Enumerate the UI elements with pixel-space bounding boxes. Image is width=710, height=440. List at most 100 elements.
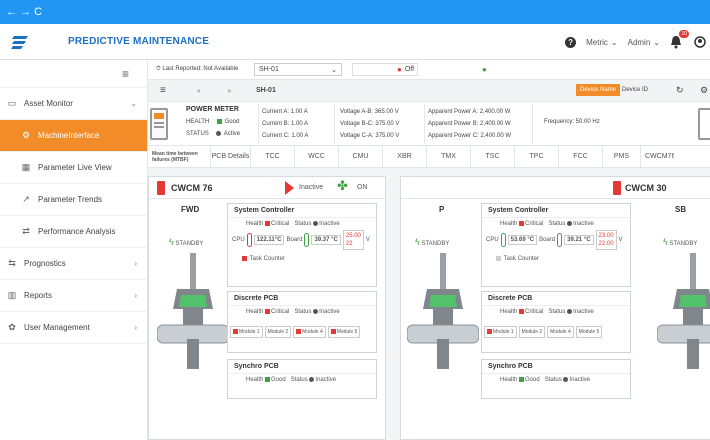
sidebar: ≡ ▭ Asset Monitor ⌄ ⚙ MachineInterface ▦…: [0, 60, 148, 440]
health-row: HEALTH Good: [186, 119, 239, 125]
main-content: ⏱ Last Reported: Not Available SH-01 ⌄ ● O…: [148, 60, 710, 440]
thermometer-icon: [557, 233, 563, 247]
standby-label: STANDBY: [421, 241, 450, 247]
critical-value: Critical: [525, 309, 544, 316]
cwcm76-header: CWCM 76 Inactive ✤ ON: [149, 177, 385, 199]
sidebar-item-label: MachineInterface: [38, 131, 100, 140]
logo[interactable]: [0, 24, 40, 60]
health-label: Health: [500, 309, 518, 316]
cwcm30-header: CWCM 30: [401, 177, 710, 199]
sidebar-item-user-management[interactable]: ✿ User Management ›: [0, 312, 147, 344]
tab-pcb-details[interactable]: PCB Details: [210, 145, 250, 168]
device-title: SH-01: [256, 87, 276, 94]
system-controller-title: System Controller: [228, 204, 376, 218]
device-name-button[interactable]: Device Name: [576, 84, 621, 96]
lightning-icon: ϟ: [663, 237, 668, 247]
help-icon[interactable]: ?: [565, 36, 577, 48]
panels-area: CWCM 76 Inactive ✤ ON FWD ϟ STANDBY Syst…: [148, 168, 710, 440]
module-label: Module 4: [302, 329, 323, 335]
sidebar-item-performance-analysis[interactable]: ⇄ Performance Analysis: [0, 216, 147, 248]
voltage-unit: V: [365, 237, 370, 243]
divider: [258, 104, 259, 144]
sidebar-item-asset-monitor[interactable]: ▭ Asset Monitor ⌄: [0, 88, 147, 120]
status-label: Status: [290, 377, 308, 384]
tab-tpc[interactable]: TPC: [514, 145, 558, 168]
red-dot-icon: ●: [397, 65, 402, 74]
task-counter-indicator: [496, 256, 501, 261]
board-value: 39.37 °C: [311, 235, 341, 245]
sidebar-item-machineinterface[interactable]: ⚙ MachineInterface: [0, 120, 147, 152]
status-label: Status: [548, 309, 566, 316]
module-label: Module 4: [550, 329, 571, 335]
tab-tcc[interactable]: TCC: [250, 145, 294, 168]
board-value: 39.21 °C: [564, 235, 594, 245]
sidebar-item-label: Asset Monitor: [24, 99, 73, 108]
status-dot: [309, 377, 315, 382]
browser-nav-icons[interactable]: ← → C: [6, 6, 42, 18]
status-value: Off: [404, 66, 415, 73]
standby-indicator: ϟ STANDBY: [169, 237, 203, 247]
modules-row: Module 1 Module 2 Module 4 Module 5: [484, 326, 603, 338]
chevron-right-icon: ›: [134, 291, 137, 300]
metric-dropdown[interactable]: Metric ⌄: [586, 38, 617, 47]
prognostics-icon: ⇆: [8, 258, 16, 268]
tab-tmx[interactable]: TMX: [426, 145, 470, 168]
tab-cwcm76[interactable]: CWCM76: [640, 145, 674, 168]
module-chip: Module 5: [327, 326, 361, 338]
synchro-pcb-title: Synchro PCB: [228, 360, 376, 374]
good-indicator: [265, 377, 271, 382]
status-indicator: ● Off: [352, 63, 418, 76]
sidebar-item-reports[interactable]: ▥ Reports ›: [0, 280, 147, 312]
logo-icon: [11, 35, 28, 49]
task-counter-row: Task Counter: [242, 256, 285, 262]
sidebar-item-parameter-live-view[interactable]: ▦ Parameter Live View: [0, 152, 147, 184]
health-label: HEALTH: [186, 119, 210, 126]
tab-xbr[interactable]: XBR: [382, 145, 426, 168]
board-label: Board: [539, 237, 556, 243]
power-meter-icon: [150, 108, 168, 140]
status-value: Inactive: [315, 377, 337, 384]
menu-icon[interactable]: ≡: [160, 85, 166, 96]
tab-tsc[interactable]: TSC: [470, 145, 514, 168]
chevron-down-icon: ⌄: [331, 66, 337, 74]
discrete-pcb-card: Discrete PCB Health Critical Status Inac…: [227, 291, 377, 353]
notification-bell-icon[interactable]: 10: [670, 30, 689, 49]
device-status-bar: ⏱ Last Reported: Not Available SH-01 ⌄ ● O…: [148, 60, 710, 80]
health-indicator: [216, 119, 222, 124]
chevron-down-icon: ⌄: [610, 37, 618, 47]
grid-icon: ▦: [21, 162, 31, 172]
tab-pms[interactable]: PMS: [602, 145, 640, 168]
admin-dropdown[interactable]: Admin ⌄: [628, 38, 660, 47]
cpu-label: CPU: [232, 237, 245, 243]
nav-next-icon[interactable]: ▸: [228, 86, 232, 95]
status-value: Inactive: [573, 221, 594, 228]
meter-line: [154, 122, 164, 124]
nav-prev-icon[interactable]: ◂: [196, 86, 200, 95]
notification-badge: 10: [679, 30, 689, 38]
standby-indicator: ϟ STANDBY: [415, 237, 449, 247]
tab-wcc[interactable]: WCC: [294, 145, 338, 168]
synchro-pcb-title: Synchro PCB: [482, 360, 630, 374]
hamburger-menu-icon[interactable]: ≡: [0, 60, 147, 88]
task-counter-row: Task Counter: [496, 256, 539, 262]
module-indicator: [296, 329, 302, 335]
refresh-icon[interactable]: ↻: [676, 85, 684, 96]
divider: [334, 104, 335, 144]
sidebar-item-parameter-trends[interactable]: ↗ Parameter Trends: [0, 184, 147, 216]
good-value: Good: [525, 377, 540, 384]
module-label: Module 2: [521, 329, 543, 335]
voltage-ab: Voltage A-B: 365.00 V: [340, 109, 399, 115]
device-id-button[interactable]: Device ID: [622, 87, 648, 93]
user-avatar-icon[interactable]: [694, 36, 706, 48]
device-select[interactable]: SH-01 ⌄: [254, 63, 342, 76]
discrete-pcb-card: Discrete PCB Health Critical Status Inac…: [481, 291, 631, 353]
cwcm76-panel: CWCM 76 Inactive ✤ ON FWD ϟ STANDBY Syst…: [148, 176, 386, 440]
settings-icon[interactable]: ⚙: [700, 85, 708, 96]
health-label: Health: [500, 221, 518, 228]
sidebar-item-prognostics[interactable]: ⇆ Prognostics ›: [0, 248, 147, 280]
sc-health-row: Health Critical Status Inactive: [228, 218, 376, 227]
tab-fcc[interactable]: FCC: [558, 145, 602, 168]
critical-indicator: [519, 221, 525, 226]
tab-cmu[interactable]: CMU: [338, 145, 382, 168]
voltage-bc: Voltage B-C: 375.00 V: [340, 121, 400, 127]
